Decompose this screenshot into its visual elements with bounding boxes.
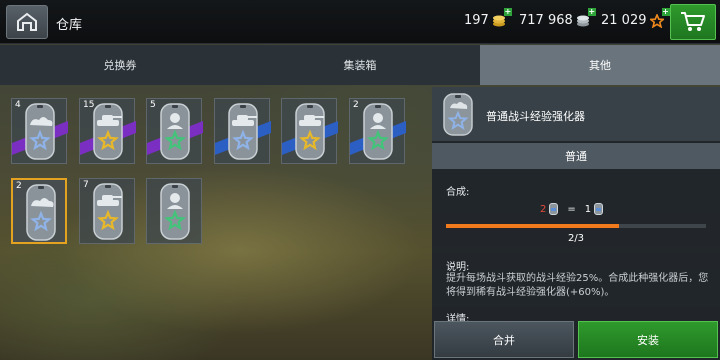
gold-amount: 197 <box>464 13 489 28</box>
tab-vouchers[interactable]: 兑换券 <box>0 45 240 85</box>
cart-icon <box>681 12 705 31</box>
inventory-item[interactable]: 2 <box>11 178 67 244</box>
item-detail-header: 普通战斗经验强化器 <box>432 87 720 141</box>
description-label: 说明: <box>446 262 470 273</box>
tab-label: 兑换券 <box>103 59 137 72</box>
combine-progress-text: 2/3 <box>567 233 585 244</box>
gold-coins-icon: + <box>492 7 512 28</box>
item-count-badge: 5 <box>150 100 156 110</box>
silver-balance[interactable]: 717 968 + <box>519 7 596 28</box>
shop-cart-button[interactable] <box>670 4 716 40</box>
inventory-item[interactable]: 2 <box>349 98 406 164</box>
rarity-label: 普通 <box>565 150 587 163</box>
tab-label: 集装箱 <box>343 59 377 72</box>
silver-coins-icon: + <box>576 7 596 28</box>
combine-need-count: 2 <box>540 203 547 215</box>
top-bar: 仓库 197 + 717 968 + 21 029 + <box>0 0 720 44</box>
inventory-item[interactable]: 5 <box>146 98 203 164</box>
category-tabs: 兑换券 集装箱 其他 <box>0 45 720 85</box>
silver-amount: 717 968 <box>519 13 573 28</box>
add-gold-icon[interactable]: + <box>503 7 512 16</box>
combine-progress-fill <box>446 224 620 228</box>
item-count-badge: 4 <box>15 100 21 110</box>
item-count-badge: 2 <box>353 100 359 110</box>
item-count-badge: 15 <box>83 100 95 110</box>
hangar-icon <box>17 12 37 31</box>
inventory-item[interactable]: 4 <box>11 98 68 164</box>
item-count-badge: 7 <box>83 180 89 190</box>
item-count-badge: 2 <box>16 181 22 191</box>
free-xp-balance[interactable]: 21 029 + <box>601 7 670 29</box>
rarity-banner: 普通 <box>432 143 720 169</box>
add-free-xp-icon[interactable]: + <box>661 7 670 16</box>
item-name: 普通战斗经验强化器 <box>486 110 585 123</box>
free-xp-star-icon: + <box>648 7 670 29</box>
merge-button-label: 合并 <box>493 333 515 347</box>
combine-formula: 2 = 1 <box>540 203 604 215</box>
booster-tag-icon <box>282 103 338 160</box>
page-title: 仓库 <box>56 18 83 33</box>
combine-result-count: 1 <box>584 203 592 215</box>
install-button[interactable]: 安装 <box>578 321 718 358</box>
equals-sign: = <box>567 203 576 215</box>
garage-home-button[interactable] <box>6 5 48 39</box>
booster-small-icon <box>549 203 559 215</box>
gold-balance[interactable]: 197 + <box>464 7 512 28</box>
tab-containers[interactable]: 集装箱 <box>240 45 480 85</box>
inventory-item[interactable] <box>281 98 338 164</box>
tab-other[interactable]: 其他 <box>480 45 720 85</box>
combine-progress-bar <box>446 224 706 228</box>
inventory-item[interactable] <box>146 178 202 244</box>
booster-tag-icon <box>443 93 473 136</box>
booster-tag-icon <box>160 183 190 240</box>
inventory-item[interactable] <box>214 98 271 164</box>
description-text: 提升每场战斗获取的战斗经验25%。合成此种强化器后，您将得到稀有战斗经验强化器(… <box>446 273 709 298</box>
inventory-item[interactable]: 7 <box>79 178 135 244</box>
tab-label: 其他 <box>589 59 611 72</box>
combine-label: 合成: <box>446 187 470 198</box>
install-button-label: 安装 <box>637 333 659 347</box>
booster-tag-icon <box>215 103 271 160</box>
free-xp-amount: 21 029 <box>601 13 647 28</box>
add-silver-icon[interactable]: + <box>587 7 596 16</box>
item-detail-panel: 普通战斗经验强化器 普通 合成: 2 = 1 2/3 说明: 提升每场战斗获取的… <box>432 87 720 360</box>
merge-button[interactable]: 合并 <box>434 321 574 358</box>
booster-small-icon <box>594 203 604 215</box>
inventory-item[interactable]: 15 <box>79 98 136 164</box>
